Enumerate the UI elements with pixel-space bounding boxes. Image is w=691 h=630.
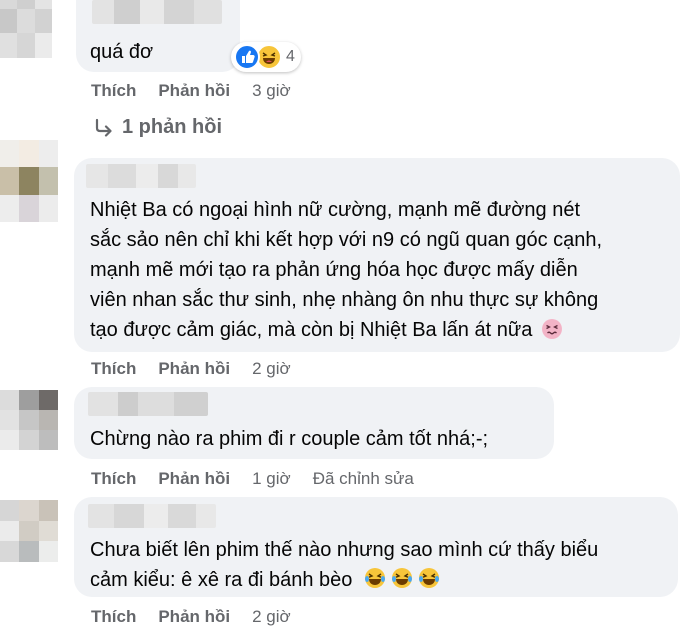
comment-actions: Thích Phản hồi 1 giờ Đã chỉnh sửa — [91, 468, 414, 490]
comment-text-line: tạo được cảm giác, mà còn bị Nhiệt Ba lấ… — [90, 315, 562, 345]
like-reaction-icon — [234, 44, 260, 70]
comment-text-last: tạo được cảm giác, mà còn bị Nhiệt Ba lấ… — [90, 319, 533, 341]
like-button[interactable]: Thích — [91, 469, 136, 489]
comment-actions: Thích Phản hồi 2 giờ — [91, 358, 313, 380]
like-button[interactable]: Thích — [91, 607, 136, 627]
reply-button[interactable]: Phản hồi — [158, 607, 230, 627]
laughing-tears-emoji — [364, 567, 442, 598]
avatar[interactable] — [0, 390, 58, 450]
reply-button[interactable]: Phản hồi — [158, 81, 230, 101]
comment-timestamp[interactable]: 1 giờ — [252, 469, 291, 489]
avatar[interactable] — [0, 140, 58, 222]
comment-actions: Thích Phản hồi 2 giờ — [91, 606, 313, 628]
author-name-blurred[interactable] — [88, 504, 216, 528]
reply-button[interactable]: Phản hồi — [158, 359, 230, 379]
reply-button[interactable]: Phản hồi — [158, 469, 230, 489]
comment-timestamp[interactable]: 2 giờ — [252, 359, 291, 379]
comment-text-line: mạnh mẽ mới tạo ra phản ứng hóa học được… — [90, 259, 578, 281]
comment-text-line: cảm kiểu: ê xê ra đi bánh bèo — [90, 565, 442, 598]
avatar[interactable] — [0, 0, 52, 58]
comment-actions: Thích Phản hồi 3 giờ — [91, 80, 313, 102]
comment-timestamp[interactable]: 2 giờ — [252, 607, 291, 627]
view-replies-link[interactable]: 1 phản hồi — [92, 116, 222, 139]
author-name-blurred[interactable] — [92, 0, 222, 24]
like-button[interactable]: Thích — [91, 359, 136, 379]
comment-text-line: Nhiệt Ba có ngoại hình nữ cường, mạnh mẽ… — [90, 199, 581, 221]
comment-text-line: sắc sảo nên chỉ khi kết hợp với n9 có ng… — [90, 229, 603, 251]
persevering-face-emoji — [541, 319, 562, 339]
comment-text-line: viên nhan sắc thư sinh, nhẹ nhàng ôn nhu… — [90, 289, 599, 311]
edited-label[interactable]: Đã chỉnh sửa — [313, 469, 414, 489]
author-name-blurred[interactable] — [86, 164, 196, 188]
comment-text: quá đơ — [90, 41, 154, 63]
comment-text: Chừng nào ra phim đi r couple cảm tốt nh… — [90, 428, 489, 450]
comment-text-last: cảm kiểu: ê xê ra đi bánh bèo — [90, 569, 353, 591]
reaction-count: 4 — [286, 48, 295, 65]
view-replies-label: 1 phản hồi — [122, 116, 222, 138]
comment-text-line: Chưa biết lên phim thế nào nhưng sao mìn… — [90, 539, 599, 561]
like-button[interactable]: Thích — [91, 81, 136, 101]
reply-arrow-icon — [95, 118, 112, 137]
avatar[interactable] — [0, 500, 58, 562]
author-name-blurred[interactable] — [88, 392, 208, 416]
reactions-summary[interactable]: 4 — [231, 42, 301, 72]
comment-timestamp[interactable]: 3 giờ — [252, 81, 291, 101]
